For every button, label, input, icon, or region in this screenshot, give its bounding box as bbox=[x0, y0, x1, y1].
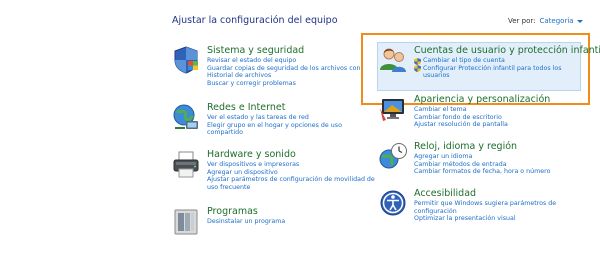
page-title: Ajustar la configuración del equipo bbox=[172, 15, 338, 26]
clock-globe-icon bbox=[378, 141, 408, 171]
view-by: Ver por: Categoría bbox=[508, 17, 583, 25]
link-cambiar-tema[interactable]: Cambiar el tema bbox=[414, 106, 550, 114]
view-by-value: Categoría bbox=[539, 17, 574, 25]
category-network: Redes e Internet Ver el estado y las tar… bbox=[171, 102, 361, 137]
link-resolucion[interactable]: Ajustar resolución de pantalla bbox=[414, 121, 550, 129]
link-grupo-hogar[interactable]: Elegir grupo en el hogar y opciones de u… bbox=[207, 122, 361, 137]
users-icon bbox=[378, 45, 408, 75]
category-link-hardware[interactable]: Hardware y sonido bbox=[207, 149, 376, 161]
category-link-redes[interactable]: Redes e Internet bbox=[207, 102, 361, 114]
link-dispositivos-impresoras[interactable]: Ver dispositivos e impresoras bbox=[207, 161, 376, 169]
uac-shield-icon bbox=[414, 65, 421, 73]
category-clock-region: Reloj, idioma y región Agregar un idioma… bbox=[378, 141, 578, 176]
link-agregar-idioma[interactable]: Agregar un idioma bbox=[414, 153, 550, 161]
category-programs: Programas Desinstalar un programa bbox=[171, 206, 361, 236]
category-appearance: Apariencia y personalización Cambiar el … bbox=[378, 94, 578, 129]
category-system-security: Sistema y seguridad Revisar el estado de… bbox=[171, 45, 371, 88]
view-by-label: Ver por: bbox=[508, 17, 536, 25]
printer-icon bbox=[171, 149, 201, 179]
programs-icon bbox=[171, 206, 201, 236]
link-movilidad[interactable]: Ajustar parámetros de configuración de m… bbox=[207, 176, 376, 191]
link-estado-red[interactable]: Ver el estado y las tareas de red bbox=[207, 114, 361, 122]
link-sugerir-parametros[interactable]: Permitir que Windows sugiera parámetros … bbox=[414, 200, 564, 215]
link-historial-archivos[interactable]: Guardar copias de seguridad de los archi… bbox=[207, 65, 371, 80]
link-cambiar-tipo-cuenta[interactable]: Cambiar el tipo de cuenta bbox=[414, 57, 600, 65]
category-link-accesibilidad[interactable]: Accesibilidad bbox=[414, 188, 564, 200]
link-proteccion-infantil[interactable]: Configurar Protección infantil para todo… bbox=[414, 65, 600, 80]
link-desinstalar[interactable]: Desinstalar un programa bbox=[207, 218, 285, 226]
uac-shield-icon bbox=[414, 57, 421, 65]
category-link-reloj[interactable]: Reloj, idioma y región bbox=[414, 141, 550, 153]
link-formatos[interactable]: Cambiar formatos de fecha, hora o número bbox=[414, 168, 550, 176]
network-globe-icon bbox=[171, 102, 201, 132]
link-corregir-problemas[interactable]: Buscar y corregir problemas bbox=[207, 80, 371, 88]
category-link-programas[interactable]: Programas bbox=[207, 206, 285, 218]
view-by-dropdown[interactable]: Categoría bbox=[540, 17, 583, 25]
link-revisar-estado[interactable]: Revisar el estado del equipo bbox=[207, 57, 371, 65]
category-link-sistema-seguridad[interactable]: Sistema y seguridad bbox=[207, 45, 371, 57]
category-accessibility: Accesibilidad Permitir que Windows sugie… bbox=[378, 188, 568, 223]
link-optimizar-presentacion[interactable]: Optimizar la presentación visual bbox=[414, 215, 564, 223]
accessibility-icon bbox=[378, 188, 408, 218]
chevron-down-icon bbox=[576, 20, 583, 23]
monitor-paint-icon bbox=[378, 94, 408, 124]
shield-flag-icon bbox=[171, 45, 201, 75]
category-user-accounts: Cuentas de usuario y protección infantil… bbox=[378, 45, 600, 80]
category-link-apariencia[interactable]: Apariencia y personalización bbox=[414, 94, 550, 106]
category-hardware: Hardware y sonido Ver dispositivos e imp… bbox=[171, 149, 376, 192]
category-link-cuentas[interactable]: Cuentas de usuario y protección infantil bbox=[414, 45, 600, 57]
